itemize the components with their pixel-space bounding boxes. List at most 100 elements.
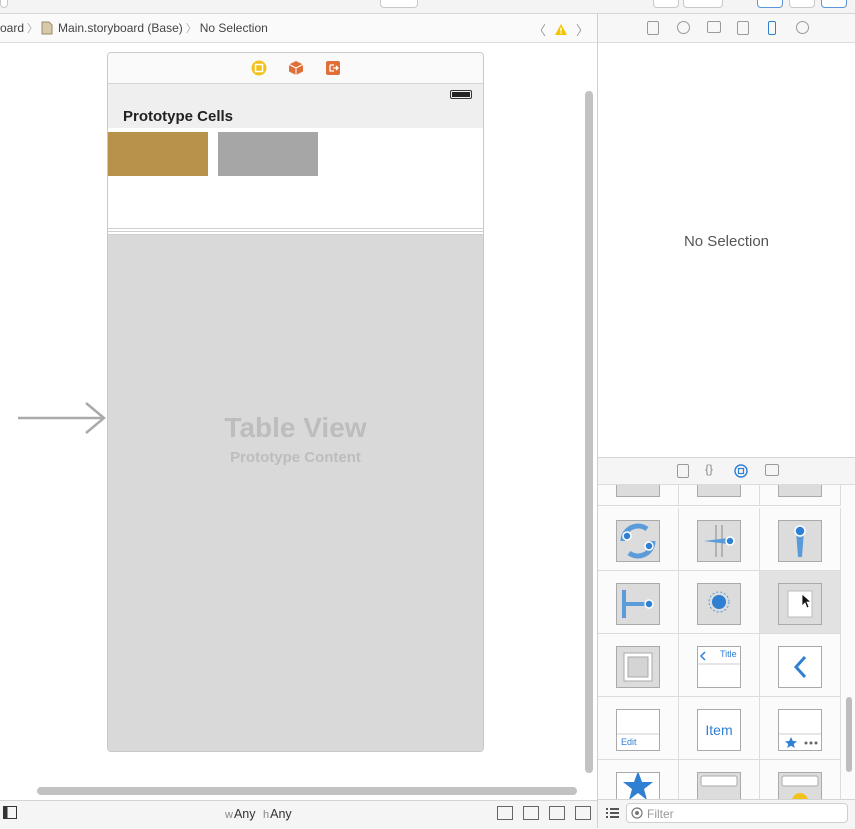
stack-view-icon[interactable]	[497, 806, 513, 820]
breadcrumb-folder[interactable]: oard	[0, 21, 24, 35]
library-item[interactable]	[679, 508, 760, 571]
view-icon	[616, 646, 660, 688]
next-issue-icon[interactable]: 〉	[576, 20, 589, 39]
table-view-title: Table View	[224, 412, 367, 443]
toolbar-status-button[interactable]	[380, 0, 418, 8]
size-inspector-icon[interactable]	[768, 21, 776, 35]
screen-edge-pan-icon	[616, 583, 660, 625]
breadcrumb-separator-icon: 〉	[27, 23, 39, 35]
slider-icon	[697, 485, 741, 497]
file-inspector-icon[interactable]	[647, 21, 659, 35]
library-scrollbar[interactable]	[846, 697, 852, 772]
inspector-pane: No Selection	[598, 43, 855, 457]
library-item[interactable]	[598, 571, 679, 634]
quick-help-icon[interactable]	[677, 21, 690, 34]
pan-gesture-icon	[616, 520, 660, 562]
previous-issue-icon[interactable]: 〈	[533, 20, 546, 39]
exit-icon[interactable]	[325, 60, 341, 76]
canvas-vertical-scrollbar[interactable]	[585, 91, 593, 773]
collection-item-gray[interactable]	[218, 132, 318, 176]
breadcrumb-file[interactable]: Main.storyboard (Base)	[58, 21, 183, 35]
object-library[interactable]: Title Edit Item	[598, 485, 855, 799]
toolbar-debug-toggle[interactable]	[789, 0, 815, 8]
file-template-library-icon[interactable]	[677, 464, 689, 478]
toolbar-icon: Edit	[616, 709, 660, 751]
prototype-cell[interactable]	[108, 128, 483, 229]
back-chevron-icon	[778, 646, 822, 688]
table-view[interactable]: Table View Prototype Content	[108, 235, 483, 751]
list-view-toggle-icon[interactable]	[606, 807, 619, 819]
first-responder-icon[interactable]	[288, 60, 304, 76]
tab-bar-item-icon	[616, 771, 660, 799]
align-icon[interactable]	[523, 806, 539, 820]
custom-gesture-icon	[778, 583, 822, 625]
object-library-icon[interactable]	[734, 464, 748, 478]
library-item[interactable]: Edit	[598, 697, 679, 760]
library-tab-bar: {}	[598, 457, 855, 485]
search-display-icon	[778, 772, 822, 799]
storyboard-canvas[interactable]: Prototype Cells Table View Prototype Con…	[0, 43, 597, 800]
tab-bar-icon	[778, 709, 822, 751]
storyboard-file-icon	[41, 21, 53, 35]
navigation-bar: Prototype Cells	[108, 84, 483, 128]
library-item[interactable]	[598, 634, 679, 697]
pinch-gesture-icon	[697, 520, 741, 562]
jump-bar-navigation: 〈 〉	[533, 20, 589, 39]
library-item[interactable]: Title	[679, 634, 760, 697]
document-outline-toggle-icon[interactable]	[3, 806, 17, 819]
jump-bar: oard 〉 Main.storyboard (Base) 〉 No Selec…	[0, 14, 597, 43]
canvas-bottom-bar: wAny hAny	[0, 800, 597, 829]
no-selection-label: No Selection	[683, 233, 770, 250]
stepper-icon	[778, 485, 822, 497]
resolve-issues-icon[interactable]	[575, 806, 591, 820]
breadcrumb-separator-icon: 〉	[185, 23, 197, 35]
toolbar-utilities-toggle[interactable]	[821, 0, 847, 8]
library-item[interactable]	[760, 485, 841, 506]
connections-inspector-icon[interactable]	[796, 21, 809, 34]
view-controller-icon[interactable]	[251, 60, 267, 76]
table-view-subtitle: Prototype Content	[230, 449, 361, 466]
identity-inspector-icon[interactable]	[707, 21, 721, 33]
table-view-controller-scene[interactable]: Prototype Cells Table View Prototype Con…	[107, 52, 484, 752]
library-item[interactable]	[760, 760, 841, 799]
library-item[interactable]: Item	[679, 697, 760, 760]
library-item[interactable]	[679, 760, 760, 799]
library-item[interactable]	[760, 634, 841, 697]
library-item[interactable]	[598, 508, 679, 571]
search-bar-icon	[697, 772, 741, 799]
media-library-icon[interactable]	[765, 464, 779, 476]
pin-icon[interactable]	[549, 806, 565, 820]
canvas-horizontal-scrollbar[interactable]	[37, 787, 577, 795]
window-toolbar	[0, 0, 855, 14]
prototype-cells-title: Prototype Cells	[123, 108, 234, 125]
toolbar-editor-assistant-button[interactable]	[683, 0, 723, 8]
attributes-inspector-icon[interactable]	[737, 21, 749, 35]
toolbar-navigator-toggle[interactable]	[757, 0, 783, 8]
library-item[interactable]	[760, 697, 841, 760]
library-item[interactable]	[760, 508, 841, 571]
library-item[interactable]	[679, 485, 760, 506]
warning-icon[interactable]	[554, 23, 568, 36]
navigation-bar-icon: Title	[697, 646, 741, 688]
long-press-icon	[697, 583, 741, 625]
code-snippet-library-icon[interactable]: {}	[705, 462, 713, 476]
initial-view-controller-arrow-icon[interactable]	[18, 401, 110, 435]
library-filter-bar: Filter	[598, 799, 855, 829]
library-item[interactable]	[598, 485, 679, 506]
toolbar-editor-standard-button[interactable]	[653, 0, 679, 8]
library-item[interactable]	[598, 760, 679, 799]
collection-item-gold[interactable]	[108, 132, 208, 176]
battery-icon	[450, 90, 472, 99]
toolbar-run-button[interactable]	[0, 0, 8, 8]
scene-dock	[108, 53, 483, 84]
breadcrumb-selection[interactable]: No Selection	[200, 21, 268, 35]
library-item[interactable]	[679, 571, 760, 634]
size-class-selector[interactable]: wAny hAny	[225, 807, 292, 821]
filter-icon	[631, 807, 643, 819]
filter-placeholder: Filter	[647, 807, 674, 821]
library-filter-input[interactable]: Filter	[626, 803, 848, 823]
library-item-selected[interactable]	[760, 571, 841, 634]
bar-button-item-icon: Item	[697, 709, 741, 751]
page-view-controller-icon	[616, 485, 660, 497]
rotation-gesture-icon	[778, 520, 822, 562]
